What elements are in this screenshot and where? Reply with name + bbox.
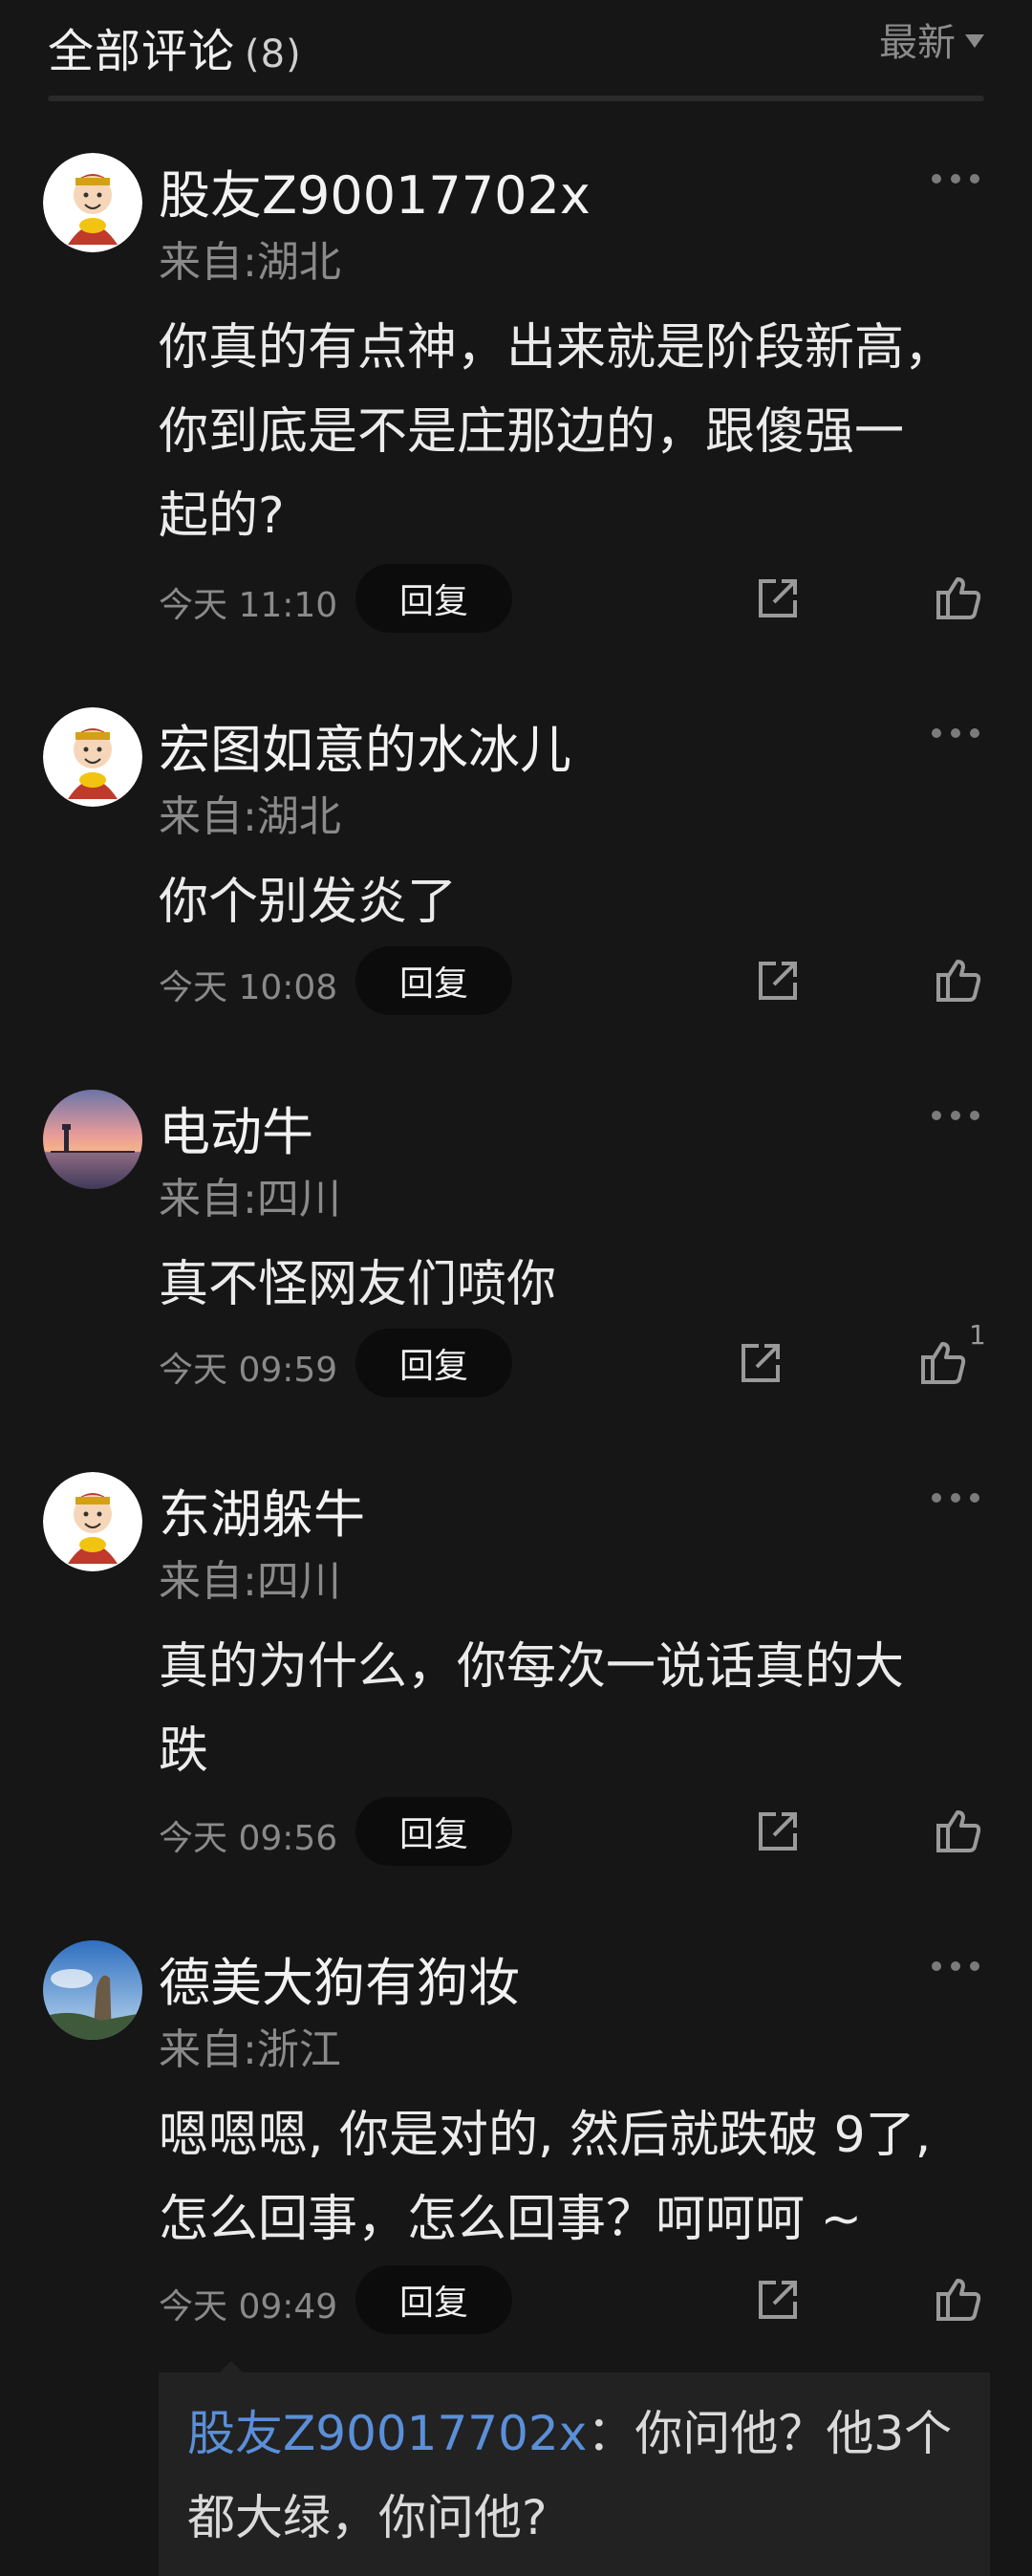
caishen-avatar[interactable] [43,153,142,252]
comment-username[interactable]: 德美大狗有狗妆 [159,1940,520,2016]
thumbs-up-icon[interactable] [935,1807,982,1854]
comment-time: 今天 11:10 [159,586,338,625]
more-icon[interactable] [927,728,984,744]
caishen-avatar[interactable] [43,1472,142,1571]
comment-actions: 今天 09:59 回复 1 [0,1319,1032,1397]
comment-actions: 今天 09:56 回复 [0,1797,1032,1866]
comment-text: 真不怪网友们喷你 [159,1256,557,1313]
comment-actions: 今天 09:49 回复 [0,2265,1032,2334]
more-icon[interactable] [927,1493,984,1508]
comment-text: 你个别发炎了 [159,874,458,931]
comment-username[interactable]: 东湖躲牛 [159,1472,365,1548]
comment-text: 嗯嗯嗯, 你是对的, 然后就跌破 9了, 怎么回事，怎么回事？呵呵呵 ~ [159,2107,932,2248]
comment-time: 今天 09:59 [159,1351,338,1390]
comments-count: (8) [245,32,302,76]
comment-actions: 今天 11:10 回复 [0,564,1032,633]
caishen-avatar[interactable] [43,707,142,807]
comments-title-label: 全部评论 [48,25,236,78]
caret-down-icon [965,34,984,48]
comment-username[interactable]: 宏图如意的水冰儿 [159,707,571,783]
sub-reply-username[interactable]: 股友Z90017702x [187,2406,587,2461]
sub-reply-text: 股友Z90017702x：你问他？他3个都大绿，你问他? [187,2392,971,2560]
comments-title: 全部评论 (8) [48,13,302,80]
thumbs-up-icon[interactable] [935,956,982,1004]
like-count: 1 [969,1319,986,1351]
comment-time: 今天 10:08 [159,968,338,1007]
sort-label: 最新 [879,21,956,65]
thumbs-up-icon[interactable] [919,1338,967,1386]
comment-time: 今天 09:56 [159,1819,338,1858]
header-divider [48,96,984,101]
comment-time: 今天 09:49 [159,2287,338,2327]
comment-location: 来自:浙江 [159,2025,341,2074]
more-icon[interactable] [927,1961,984,1977]
comment-location: 来自:四川 [159,1175,341,1223]
more-icon[interactable] [927,174,984,189]
thumbs-up-icon[interactable] [935,574,982,621]
comment-location: 来自:湖北 [159,238,341,287]
comment-username[interactable]: 股友Z90017702x [159,153,591,228]
share-icon[interactable] [755,958,801,1004]
sort-dropdown[interactable]: 最新 [879,11,984,67]
comment-text: 你真的有点神，出来就是阶段新高， 你到底是不是庄那边的，跟傻强一 起的? [159,319,955,545]
sub-reply-separator: ： [587,2406,635,2461]
comment-location: 来自:四川 [159,1557,341,1606]
thumbs-up-icon[interactable] [935,2275,982,2323]
reply-button[interactable]: 回复 [355,1797,512,1866]
comments-header: 全部评论 (8) 最新 [0,0,1032,86]
reply-button[interactable]: 回复 [355,946,512,1015]
share-icon[interactable] [755,1808,801,1854]
comment-text: 真的为什么，你每次一说话真的大 跌 [159,1638,905,1780]
share-icon[interactable] [738,1340,784,1386]
comment-actions: 今天 10:08 回复 [0,946,1032,1015]
sunset-avatar[interactable] [43,1090,142,1189]
reply-button[interactable]: 回复 [355,1329,512,1397]
comment-username[interactable]: 电动牛 [159,1090,313,1165]
share-icon[interactable] [755,575,801,621]
share-icon[interactable] [755,2277,801,2323]
more-icon[interactable] [927,1111,984,1126]
reply-button[interactable]: 回复 [355,2265,512,2334]
landscape-avatar[interactable] [43,1940,142,2040]
reply-button[interactable]: 回复 [355,564,512,633]
sub-reply-box[interactable]: 股友Z90017702x：你问他？他3个都大绿，你问他? [159,2372,990,2576]
comment-location: 来自:湖北 [159,792,341,841]
